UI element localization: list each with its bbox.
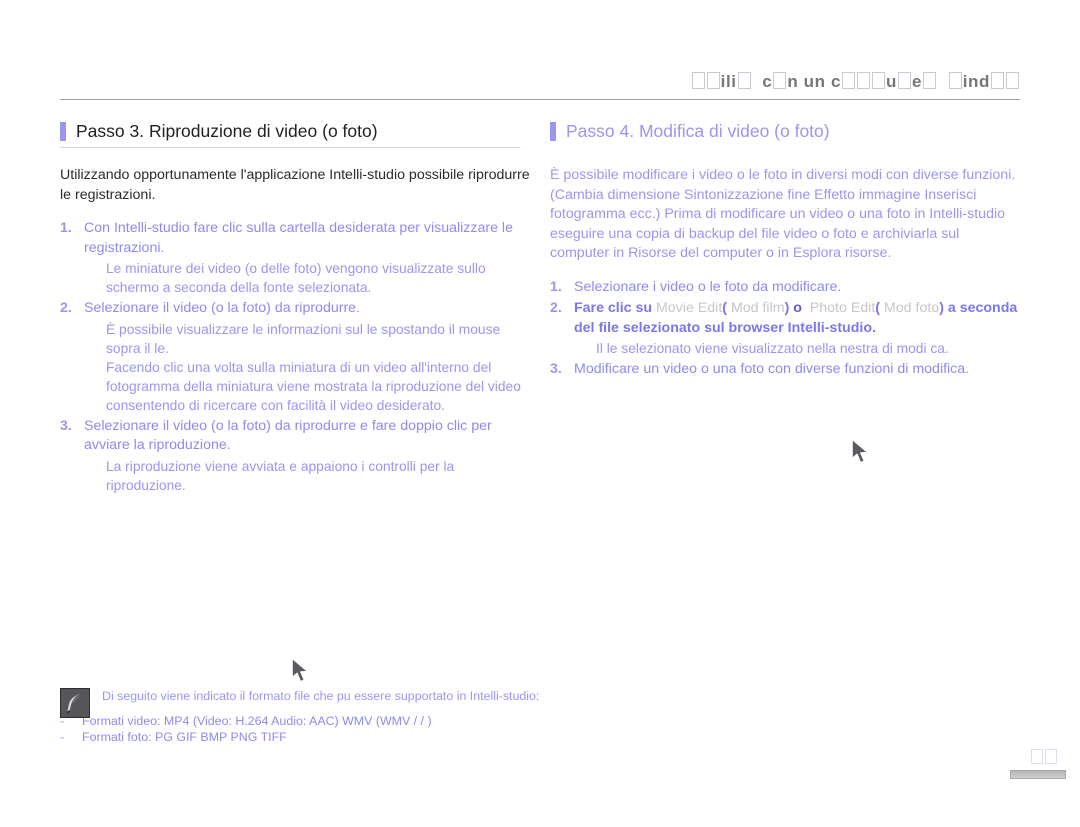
close-paren: ) — [939, 300, 944, 316]
step-text: Modificare un video o una foto con diver… — [574, 361, 970, 377]
quill-note-icon — [60, 688, 90, 718]
step-subtext: Le miniature dei video (o delle foto) ve… — [106, 261, 486, 295]
note-format-list: - Formati video: MP4 (Video: H.264 Audio… — [60, 713, 560, 745]
missing-glyph-box — [691, 72, 705, 89]
missing-glyph-box — [842, 72, 855, 89]
separator-or: o — [793, 300, 802, 316]
list-item: 1. Con Intelli-studio fare clic sulla ca… — [60, 219, 530, 297]
photo-edit-button-label[interactable]: Photo Edit — [810, 300, 875, 316]
note-block: Di seguito viene indicato il formato fil… — [60, 688, 560, 745]
missing-glyph-box — [872, 72, 885, 89]
missing-glyph-box — [1045, 749, 1057, 764]
step-text: Selezionare il video (o la foto) da ripr… — [84, 417, 492, 454]
missing-glyph-box — [897, 72, 911, 89]
list-item: 1. Selezionare i video o le foto da modi… — [550, 278, 1020, 298]
page-edge-tab — [1010, 770, 1066, 779]
step-subtext-secondary: Facendo clic una volta sulla miniatura d… — [106, 359, 521, 413]
list-item: - Formati video: MP4 (Video: H.264 Audio… — [60, 713, 560, 729]
missing-glyph-box — [737, 72, 751, 89]
left-intro-paragraph: Utilizzando opportunamente l'applicazion… — [60, 167, 530, 203]
missing-glyph-box — [991, 72, 1004, 89]
list-item: - Formati foto: PG GIF BMP PNG TIFF — [60, 729, 560, 745]
right-section-heading: Passo 4. Modifica di video (o foto) — [550, 120, 1020, 142]
step-text-composite: Fare clic su Movie Edit( Mod film) o Pho… — [574, 299, 1020, 338]
movie-edit-alt-label: Mod film — [730, 300, 785, 316]
open-paren: ( — [875, 300, 881, 316]
document-page: ili cn un cue ind Passo 3. Riproduzione … — [0, 0, 1080, 827]
right-step-list: 1. Selezionare i video o le foto da modi… — [550, 278, 1020, 380]
close-paren: ) — [784, 300, 790, 316]
step-subtext: La riproduzione viene avviata e appaiono… — [106, 458, 455, 493]
list-item: 3. Selezionare il video (o la foto) da r… — [60, 417, 530, 495]
step-text: Con Intelli-studio fare clic sulla carte… — [84, 220, 513, 256]
right-intro-paragraph: È possibile modificare i video o le foto… — [550, 167, 1016, 261]
mouse-cursor-icon-right — [848, 437, 874, 467]
left-heading-underline — [60, 147, 520, 148]
step-number: 2. — [550, 300, 562, 316]
photo-edit-alt-label: Mod foto — [883, 300, 940, 316]
mouse-cursor-icon-left — [288, 656, 314, 686]
missing-glyph-box — [773, 72, 787, 89]
step-subtext: È possibile visualizzare le informazioni… — [106, 321, 501, 356]
left-section-heading: Passo 3. Riproduzione di video (o foto) — [60, 120, 530, 142]
step-text: Selezionare i video o le foto da modific… — [574, 278, 842, 295]
step-number: 3. — [550, 361, 562, 377]
missing-glyph-box — [1031, 749, 1043, 764]
missing-glyph-box — [706, 72, 720, 89]
bullet-dash: - — [60, 730, 65, 744]
note-item-text: Formati foto: PG GIF BMP PNG TIFF — [82, 730, 287, 744]
page-number — [1030, 749, 1058, 766]
movie-edit-button-label[interactable]: Movie Edit — [656, 300, 722, 316]
right-column: Passo 4. Modifica di video (o foto) È po… — [550, 120, 1020, 382]
left-column: Passo 3. Riproduzione di video (o foto) … — [60, 120, 530, 497]
missing-glyph-box — [923, 72, 937, 89]
running-header-title: ili cn un cue ind — [60, 72, 1020, 92]
step-lead-text: Fare clic su — [574, 300, 653, 316]
note-text: Di seguito viene indicato il formato fil… — [102, 689, 540, 703]
open-paren: ( — [722, 300, 727, 316]
missing-glyph-box — [1006, 72, 1019, 89]
step-subtext: Il le selezionato viene visualizzato nel… — [596, 341, 949, 356]
step-number: 1. — [550, 278, 562, 295]
left-step-list: 1. Con Intelli-studio fare clic sulla ca… — [60, 219, 530, 495]
list-item: 3. Modificare un video o una foto con di… — [550, 360, 1020, 380]
list-item: 2. Selezionare il video (o la foto) da r… — [60, 299, 530, 415]
missing-glyph-box — [948, 72, 962, 89]
step-text: Selezionare il video (o la foto) da ripr… — [84, 300, 361, 316]
note-item-text: Formati video: MP4 (Video: H.264 Audio: … — [82, 714, 432, 728]
missing-glyph-box — [857, 72, 870, 89]
header-divider-rule — [60, 99, 1020, 100]
step-number: 3. — [60, 417, 72, 434]
list-item: 2. Fare clic su Movie Edit( Mod film) o … — [550, 299, 1020, 358]
step-number: 2. — [60, 300, 72, 316]
step-number: 1. — [60, 220, 72, 236]
